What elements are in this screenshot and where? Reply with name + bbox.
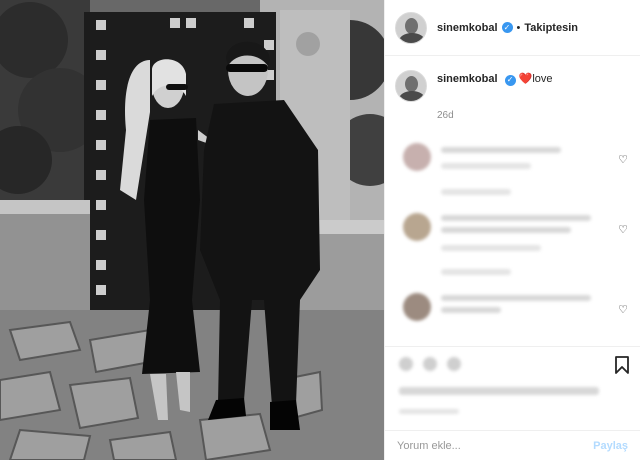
commenter-avatar[interactable] [403,213,431,241]
caption-username[interactable]: sinemkobal [437,73,498,85]
comment-meta-blurred [441,163,531,169]
caption-text: sinemkobal ✓ ❤️love [437,70,553,102]
comment-like-icon[interactable]: ♡ [618,153,628,166]
add-comment-input[interactable] [397,439,594,452]
view-replies-blurred[interactable] [441,189,511,195]
post-comment-button[interactable]: Paylaş [593,440,628,452]
post-header: sinemkobal ✓ • Takiptesin [385,0,640,56]
like-icon[interactable] [399,357,413,371]
follow-status-button[interactable]: Takiptesin [524,22,578,34]
author-username[interactable]: sinemkobal [437,22,498,34]
view-replies-blurred[interactable] [441,269,511,275]
comment-text-blurred [441,215,591,221]
comment-like-icon[interactable]: ♡ [618,223,628,236]
comment-like-icon[interactable]: ♡ [618,303,628,316]
post-photo[interactable] [0,0,384,460]
author-avatar[interactable] [395,11,427,44]
comment-text-blurred [441,295,591,301]
comment-meta-blurred [441,245,541,251]
post-sidebar: sinemkobal ✓ • Takiptesin sinemkobal ✓ ❤… [384,0,640,460]
post-caption: sinemkobal ✓ ❤️love [385,56,640,102]
comment-icon[interactable] [423,357,437,371]
separator-dot: • [516,21,521,34]
likes-count-blurred[interactable] [399,387,599,395]
comment-text-blurred [441,227,571,233]
caption-timestamp: 26d [437,110,454,121]
post-actions [385,346,640,436]
comment-text-blurred [441,147,561,153]
commenter-avatar[interactable] [403,143,431,171]
post-date-blurred [399,409,459,414]
caption-avatar[interactable] [395,70,427,102]
verified-badge-icon: ✓ [501,22,513,33]
bookmark-icon[interactable] [614,355,630,375]
comment-item: ♡ [385,293,640,321]
comment-item: ♡ [385,213,640,275]
caption-body: ❤️love [518,73,553,85]
comment-item: ♡ [385,143,640,195]
commenter-avatar[interactable] [403,293,431,321]
caption-verified-badge-icon: ✓ [504,74,516,86]
comment-text-blurred [441,307,501,313]
add-comment-bar: Paylaş [385,430,640,460]
share-icon[interactable] [447,357,461,371]
